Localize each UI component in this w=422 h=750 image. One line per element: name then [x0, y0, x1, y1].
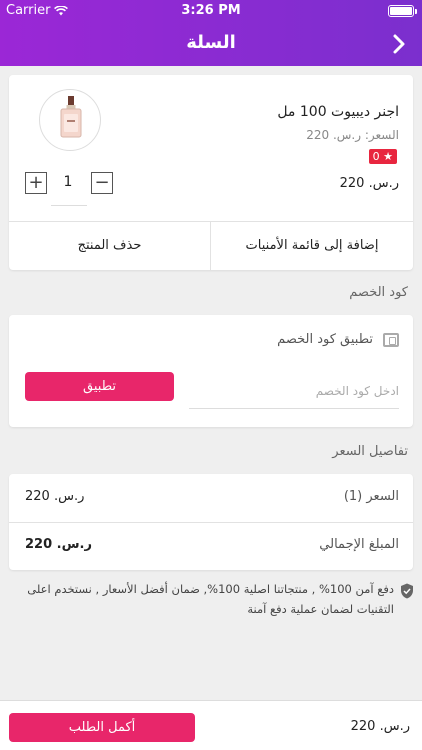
- quantity-increase-button[interactable]: +: [25, 172, 47, 194]
- price-details-card: السعر (1) ر.س. 220 المبلغ الإجمالي ر.س. …: [9, 474, 413, 570]
- checkout-button[interactable]: أكمل الطلب: [9, 713, 195, 742]
- page-title: السلة: [186, 32, 236, 53]
- price-details-section-title: تفاصيل السعر: [332, 444, 408, 459]
- shield-check-icon: [401, 583, 413, 599]
- product-unit-price: السعر: ر.س. 220: [306, 128, 399, 142]
- plus-icon: +: [28, 172, 44, 193]
- minus-icon: −: [94, 172, 110, 193]
- add-to-wishlist-button[interactable]: إضافة إلى قائمة الأمنيات: [211, 221, 413, 270]
- coupon-code-input[interactable]: [189, 373, 399, 409]
- line-total-price: ر.س. 220: [339, 176, 399, 191]
- apply-coupon-button[interactable]: تطبيق: [25, 372, 174, 401]
- price-row: السعر (1) ر.س. 220: [9, 474, 413, 522]
- quantity-decrease-button[interactable]: −: [91, 172, 113, 194]
- checkout-total: ر.س. 220: [350, 719, 410, 734]
- coupon-apply-label: تطبيق كود الخصم: [277, 332, 373, 347]
- wallet-icon: [383, 332, 399, 347]
- status-time: 3:26 PM: [181, 3, 241, 18]
- perfume-bottle-image: [60, 96, 82, 138]
- security-note: دفع آمن 100% , منتجاتنا اصلية 100%, ضمان…: [14, 579, 414, 619]
- chevron-right-icon[interactable]: [388, 32, 410, 56]
- rating-badge: ★ 0: [368, 149, 397, 164]
- total-row-label: المبلغ الإجمالي: [319, 537, 399, 552]
- cart-item-card: اجنر ديبيوت 100 مل السعر: ر.س. 220 ★ 0 ر…: [9, 75, 413, 270]
- coupon-section-title: كود الخصم: [349, 285, 408, 300]
- coupon-card: تطبيق كود الخصم تطبيق: [9, 315, 413, 427]
- quantity-value: 1: [63, 174, 73, 190]
- status-bar: Carrier 3:26 PM: [0, 0, 422, 22]
- price-row-value: ر.س. 220: [25, 489, 85, 504]
- remove-item-button[interactable]: حذف المنتج: [9, 221, 210, 270]
- product-image[interactable]: [39, 89, 101, 151]
- coupon-header: تطبيق كود الخصم: [277, 332, 399, 347]
- total-row: المبلغ الإجمالي ر.س. 220: [9, 522, 413, 570]
- navbar: السلة: [0, 22, 422, 66]
- quantity-underline: [51, 205, 87, 206]
- checkout-bar: أكمل الطلب ر.س. 220: [0, 700, 422, 750]
- security-note-text: دفع آمن 100% , منتجاتنا اصلية 100%, ضمان…: [27, 582, 394, 616]
- battery-icon: [388, 5, 417, 17]
- total-row-value: ر.س. 220: [25, 537, 92, 552]
- price-row-label: السعر (1): [343, 489, 399, 504]
- product-name: اجنر ديبيوت 100 مل: [277, 104, 399, 120]
